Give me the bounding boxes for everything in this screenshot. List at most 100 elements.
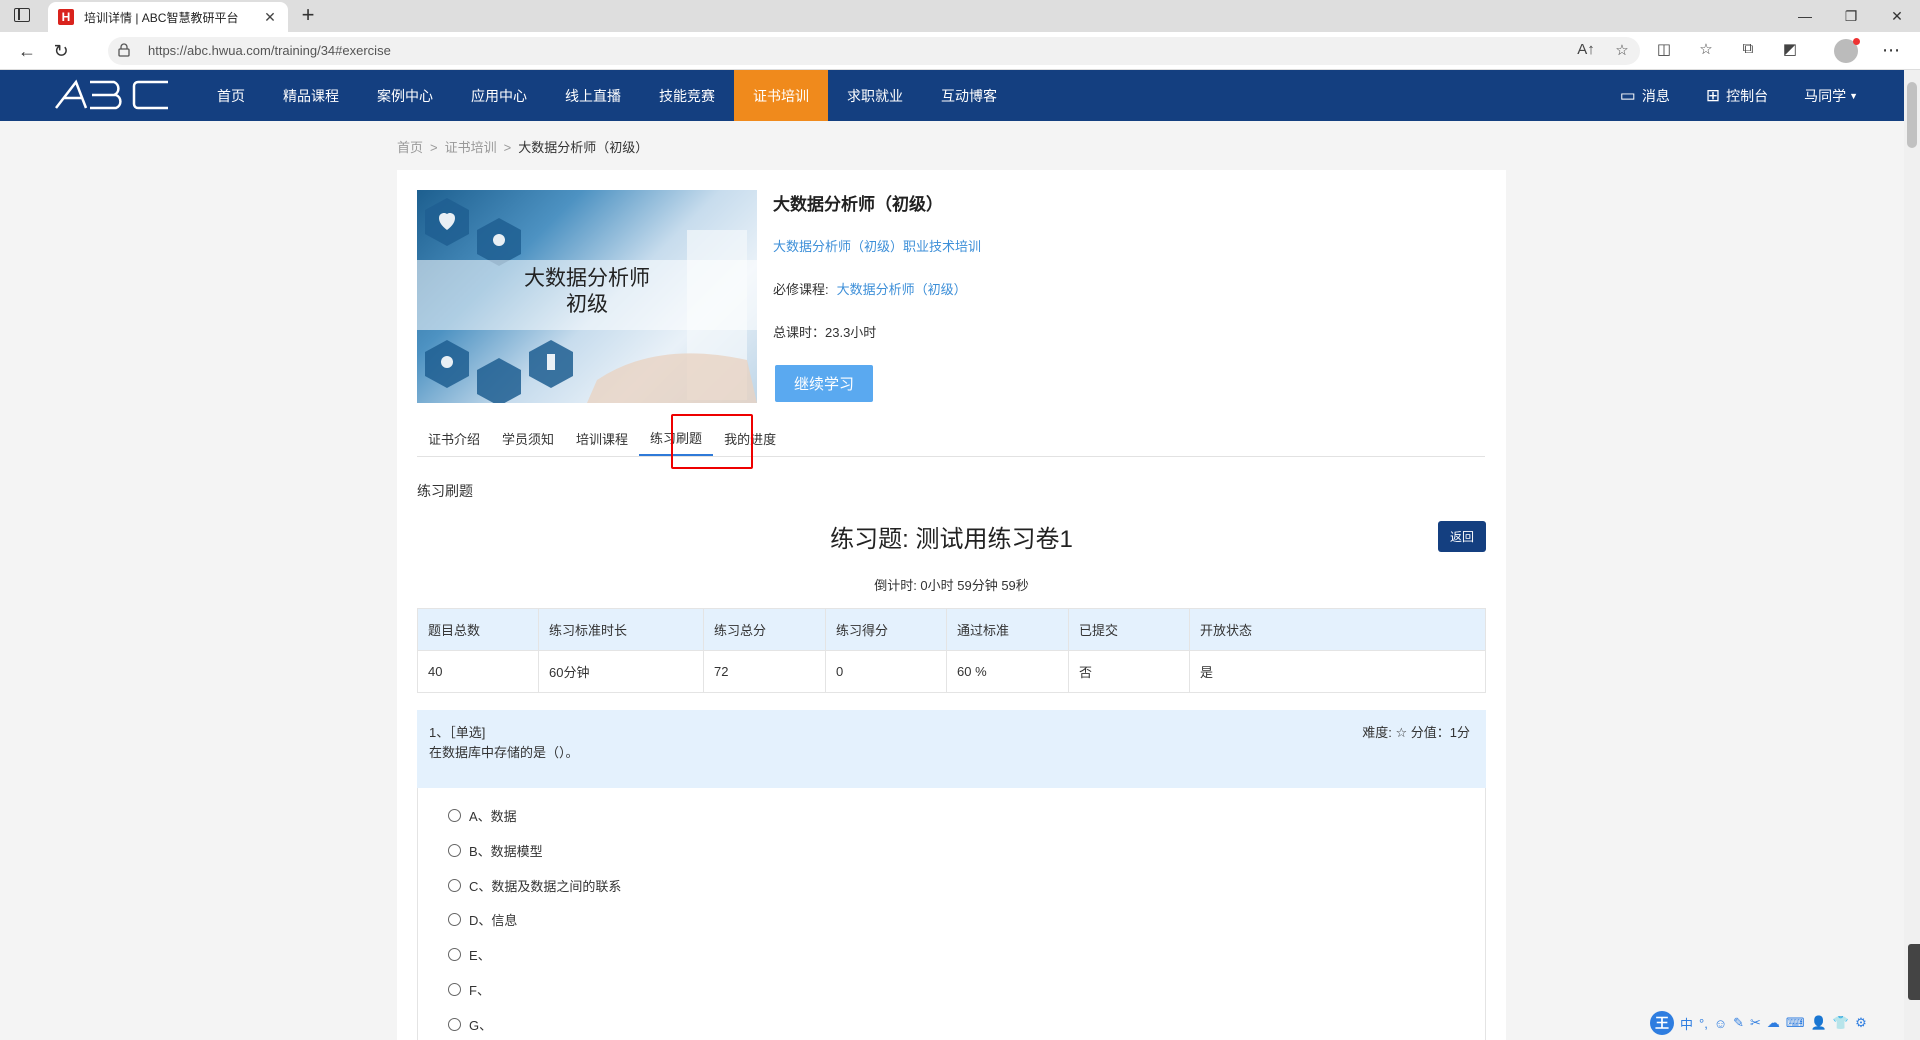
nav-certificates[interactable]: 证书培训 (734, 70, 828, 121)
favorites-icon[interactable]: ☆ (1696, 40, 1716, 58)
continue-learning-button[interactable]: 继续学习 (775, 365, 873, 402)
exercise-stats-table: 题目总数 练习标准时长 练习总分 练习得分 通过标准 已提交 开放状态 40 6… (417, 608, 1486, 693)
course-cover-image: 大数据分析师 初级 (417, 190, 757, 403)
read-aloud-icon[interactable]: A↑ (1576, 41, 1596, 59)
abc-logo[interactable] (52, 78, 172, 112)
breadcrumb-parent[interactable]: 证书培训 (445, 140, 497, 155)
window-controls: — ❐ ✕ (1782, 0, 1920, 32)
split-screen-icon[interactable]: ◫ (1654, 40, 1674, 58)
ime-punctuation-icon[interactable]: °, (1699, 1016, 1708, 1031)
option-label: B、数据模型 (469, 844, 543, 859)
side-widget[interactable] (1908, 944, 1920, 1000)
radio-button[interactable] (448, 844, 461, 857)
sidebar-toggle-icon[interactable] (14, 8, 30, 22)
course-subtitle-link[interactable]: 大数据分析师（初级）职业技术培训 (773, 236, 981, 255)
ime-settings-icon[interactable]: ⚙ (1855, 1015, 1867, 1031)
user-menu[interactable]: 马同学 ▼ (1804, 86, 1858, 106)
nav-courses[interactable]: 精品课程 (264, 70, 358, 121)
exam-title: 练习题: 测试用练习卷1 (830, 526, 1073, 553)
tab-practice[interactable]: 练习刷题 (639, 420, 714, 456)
required-course-link[interactable]: 大数据分析师（初级） (837, 282, 967, 297)
extension-icon[interactable]: ◩ (1780, 40, 1800, 58)
question-text: 在数据库中存储的是（）。 (429, 745, 579, 760)
stats-cell: 40 (417, 650, 539, 693)
training-detail-card: 大数据分析师 初级 大数据分析师（初级） 大数据分析师（初级）职业技术培训 必修… (397, 170, 1506, 1040)
user-name: 马同学 (1804, 87, 1847, 104)
option-g[interactable]: G、 (448, 1015, 492, 1034)
profile-avatar[interactable] (1834, 38, 1860, 63)
breadcrumb-home[interactable]: 首页 (397, 140, 423, 155)
main-menu: 首页 精品课程 案例中心 应用中心 线上直播 技能竞赛 证书培训 求职就业 互动… (198, 70, 1016, 121)
ime-chinese-mode[interactable]: 中 (1680, 1014, 1693, 1033)
ime-keyboard-icon[interactable]: ⌨ (1786, 1015, 1805, 1031)
radio-button[interactable] (448, 809, 461, 822)
messages-label: 消息 (1641, 87, 1670, 104)
messages-link[interactable]: ▭ 消息 (1620, 86, 1670, 106)
nav-blog[interactable]: 互动博客 (922, 70, 1016, 121)
ime-cloud-icon[interactable]: ☁ (1767, 1015, 1780, 1031)
nav-cases[interactable]: 案例中心 (358, 70, 452, 121)
minimize-icon[interactable]: — (1782, 0, 1828, 32)
nav-apps[interactable]: 应用中心 (452, 70, 546, 121)
page-scrollbar[interactable] (1904, 70, 1920, 1040)
option-label: E、 (469, 948, 491, 963)
ime-user-icon[interactable]: 👤 (1811, 1015, 1827, 1031)
nav-live[interactable]: 线上直播 (546, 70, 640, 121)
ime-logo-icon[interactable]: 王 (1650, 1011, 1674, 1035)
ime-toolbar: 王 中 °, ☺ ✎ ✂ ☁ ⌨ 👤 👕 ⚙ (1650, 1010, 1906, 1036)
nav-jobs[interactable]: 求职就业 (828, 70, 922, 121)
radio-button[interactable] (448, 879, 461, 892)
radio-button[interactable] (448, 983, 461, 996)
new-tab-icon[interactable]: + (296, 4, 320, 28)
browser-tab[interactable]: H 培训详情 | ABC智慧教研平台 ✕ (48, 2, 288, 32)
course-title: 大数据分析师（初级） (773, 195, 943, 214)
detail-tabs: 证书介绍 学员须知 培训课程 练习刷题 我的进度 (417, 420, 1485, 457)
tab-my-progress[interactable]: 我的进度 (713, 420, 787, 456)
option-b[interactable]: B、数据模型 (448, 841, 543, 860)
refresh-icon[interactable]: ↻ (50, 40, 72, 62)
collections-icon[interactable]: ⧉ (1738, 40, 1758, 58)
stats-header: 开放状态 (1189, 608, 1486, 651)
console-link[interactable]: ⊞ 控制台 (1706, 86, 1768, 106)
option-c[interactable]: C、数据及数据之间的联系 (448, 876, 621, 895)
back-button[interactable]: 返回 (1438, 521, 1486, 552)
browser-tab-bar: H 培训详情 | ABC智慧教研平台 ✕ + — ❐ ✕ (0, 0, 1920, 32)
radio-button[interactable] (448, 948, 461, 961)
ime-emoji-icon[interactable]: ☺ (1714, 1016, 1727, 1031)
close-window-icon[interactable]: ✕ (1874, 0, 1920, 32)
option-d[interactable]: D、信息 (448, 910, 517, 929)
question-options: A、数据 B、数据模型 C、数据及数据之间的联系 D、信息 E、 F、 G、 (417, 788, 1486, 1040)
url-field[interactable]: https://abc.hwua.com/training/34#exercis… (108, 37, 1640, 65)
url-text: https://abc.hwua.com/training/34#exercis… (148, 43, 391, 58)
question-header: 1、［单选] 在数据库中存储的是（）。 难度: ☆ 分值：1分 (417, 710, 1486, 788)
stats-cell: 否 (1068, 650, 1190, 693)
option-e[interactable]: E、 (448, 945, 491, 964)
stats-header: 练习标准时长 (538, 608, 704, 651)
favorite-add-icon[interactable]: ☆ (1612, 41, 1632, 59)
required-course: 必修课程: 大数据分析师（初级） (773, 279, 967, 298)
option-label: G、 (469, 1018, 493, 1033)
tab-title: 培训详情 | ABC智慧教研平台 (84, 10, 239, 25)
stats-header-row: 题目总数 练习标准时长 练习总分 练习得分 通过标准 已提交 开放状态 (417, 608, 1486, 651)
ime-scissors-icon[interactable]: ✂ (1750, 1015, 1761, 1031)
ime-handwrite-icon[interactable]: ✎ (1733, 1015, 1744, 1031)
option-f[interactable]: F、 (448, 980, 490, 999)
tab-student-notice[interactable]: 学员须知 (491, 420, 565, 456)
restore-icon[interactable]: ❐ (1828, 0, 1874, 32)
close-tab-icon[interactable]: ✕ (262, 9, 278, 26)
tab-training-courses[interactable]: 培训课程 (565, 420, 639, 456)
back-arrow-icon[interactable]: ← (16, 40, 38, 62)
nav-contests[interactable]: 技能竞赛 (640, 70, 734, 121)
stats-cell: 72 (703, 650, 826, 693)
tab-certificate-intro[interactable]: 证书介绍 (417, 420, 491, 456)
radio-button[interactable] (448, 913, 461, 926)
radio-button[interactable] (448, 1018, 461, 1031)
nav-home[interactable]: 首页 (198, 70, 264, 121)
cover-title: 大数据分析师 (524, 267, 650, 290)
option-a[interactable]: A、数据 (448, 806, 517, 825)
countdown-timer: 倒计时: 0小时 59分钟 59秒 (874, 578, 1029, 593)
more-menu-icon[interactable]: ⋯ (1882, 40, 1900, 61)
breadcrumb-separator: > (430, 140, 438, 155)
scroll-thumb[interactable] (1907, 82, 1917, 148)
ime-skin-icon[interactable]: 👕 (1833, 1015, 1849, 1031)
